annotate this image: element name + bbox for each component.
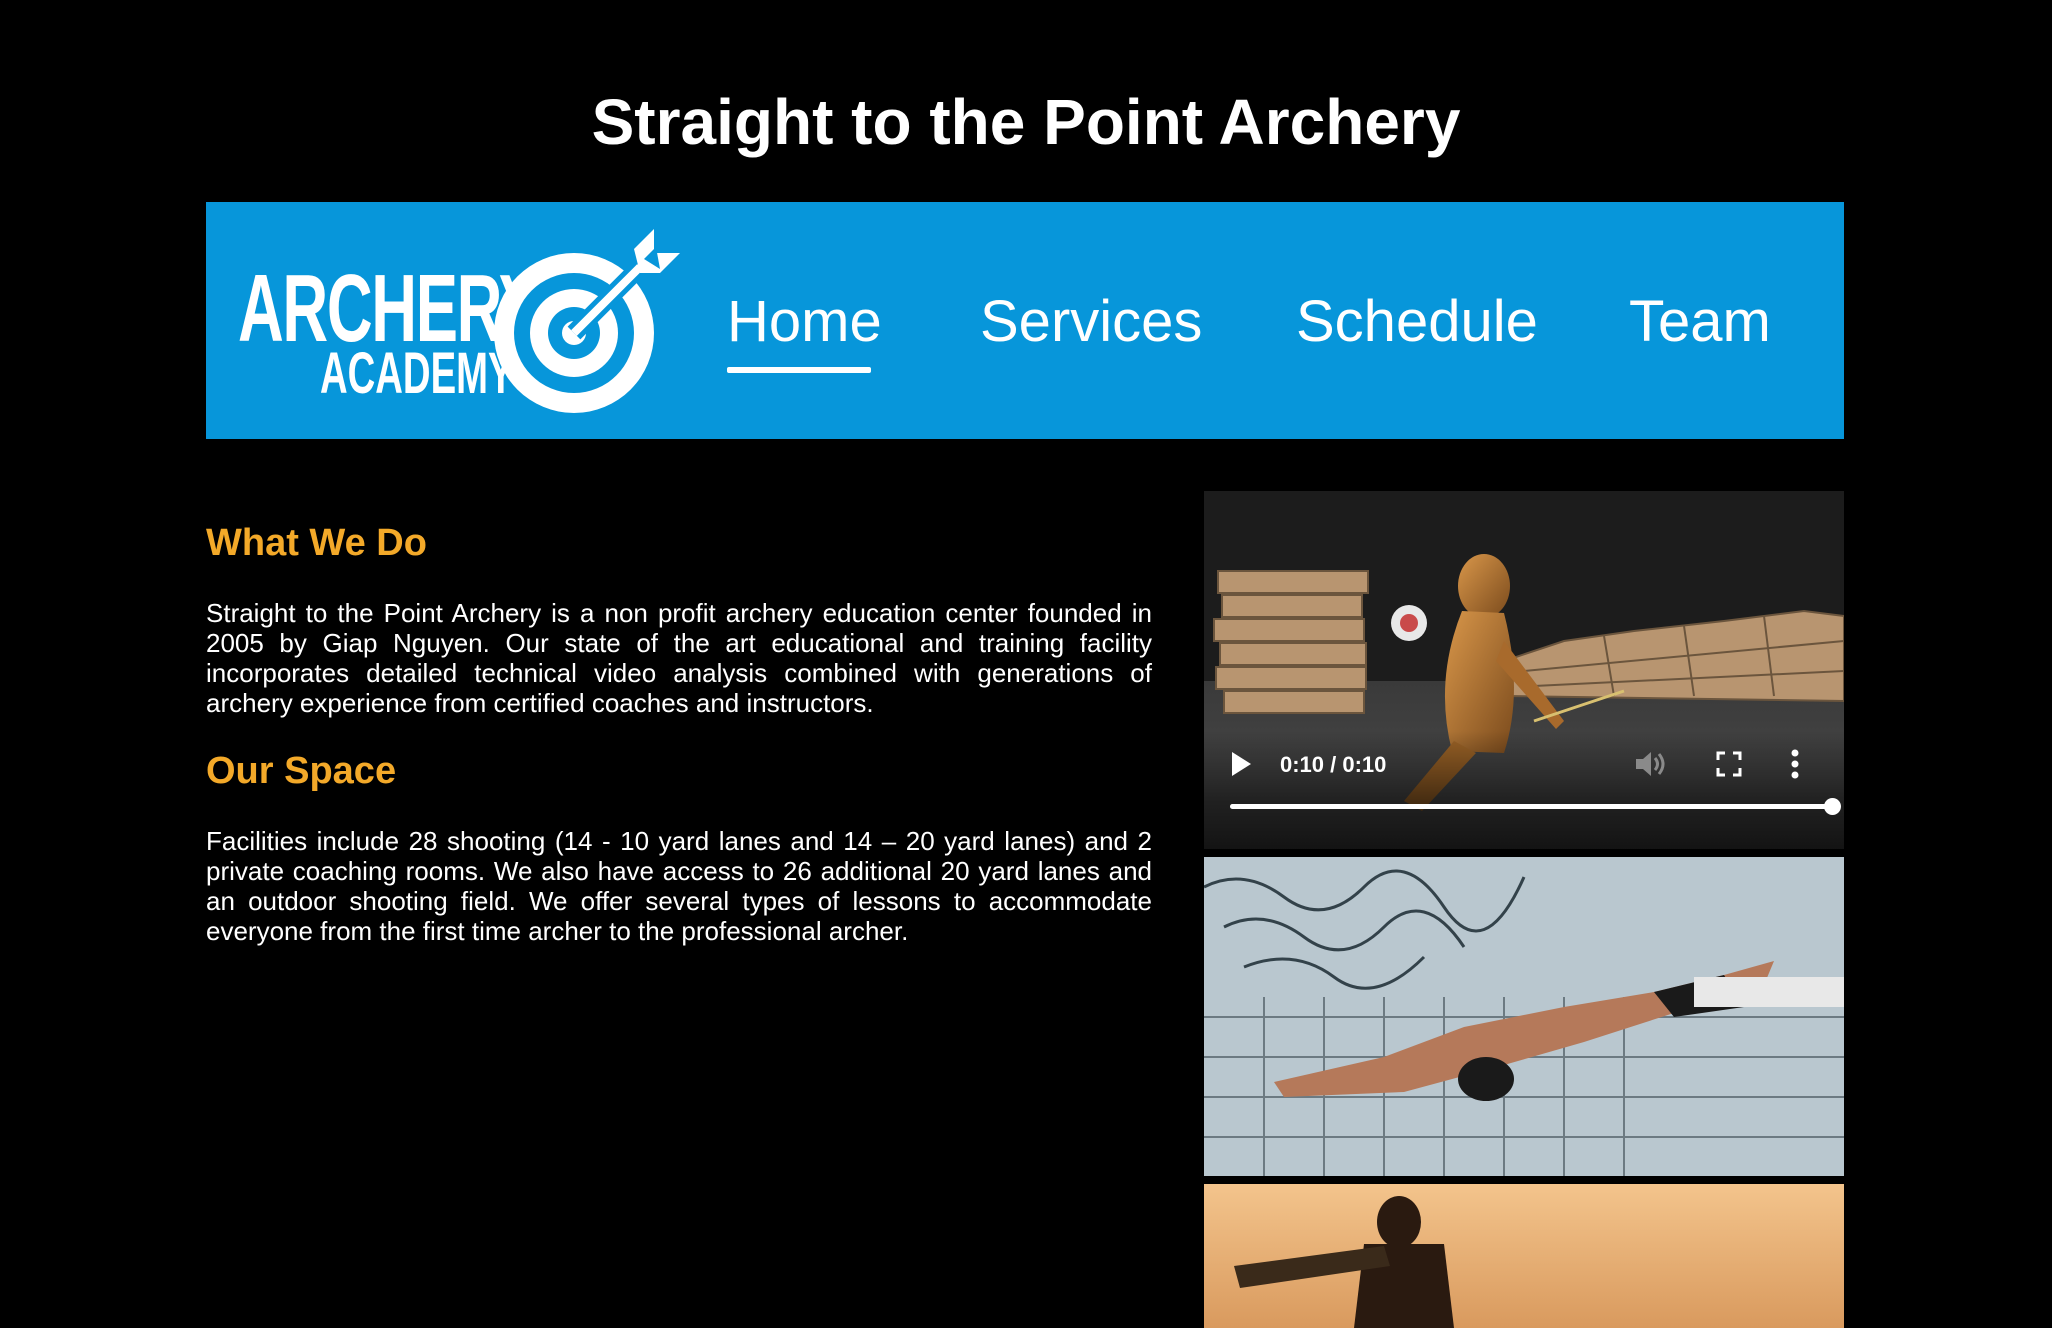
nav-item-schedule[interactable]: Schedule [1296,282,1538,362]
our-space-heading: Our Space [206,750,397,792]
nav-item-home[interactable]: Home [727,282,882,362]
video-progress-fill [1230,804,1832,809]
play-icon[interactable] [1230,751,1252,777]
video-player[interactable]: 0:10 / 0:10 [1204,491,1844,849]
volume-icon[interactable] [1634,749,1668,779]
what-we-do-heading: What We Do [206,522,427,564]
main-navbar: ARCHERY ACADEMY Home Services Schedule T… [206,202,1844,439]
fullscreen-icon[interactable] [1716,751,1742,777]
more-vertical-icon[interactable] [1790,749,1800,779]
swimmer-underwater-image [1204,857,1844,1176]
video-progress-bar[interactable] [1230,798,1841,815]
archer-silhouette-image [1204,1184,1844,1328]
nav-item-services[interactable]: Services [980,282,1202,362]
video-controls-bar: 0:10 / 0:10 [1204,731,1844,849]
active-nav-underline [727,367,871,373]
what-we-do-text: Straight to the Point Archery is a non p… [206,598,1152,718]
video-progress-thumb[interactable] [1824,798,1841,815]
archer-silhouette-illustration [1204,1184,1844,1328]
swimmer-illustration [1204,857,1844,1176]
site-title: Straight to the Point Archery [591,86,1461,158]
video-time-display: 0:10 / 0:10 [1280,752,1387,777]
nav-links: Home Services Schedule Team [206,202,1844,439]
nav-item-team[interactable]: Team [1629,282,1771,362]
our-space-text: Facilities include 28 shooting (14 - 10 … [206,826,1152,946]
